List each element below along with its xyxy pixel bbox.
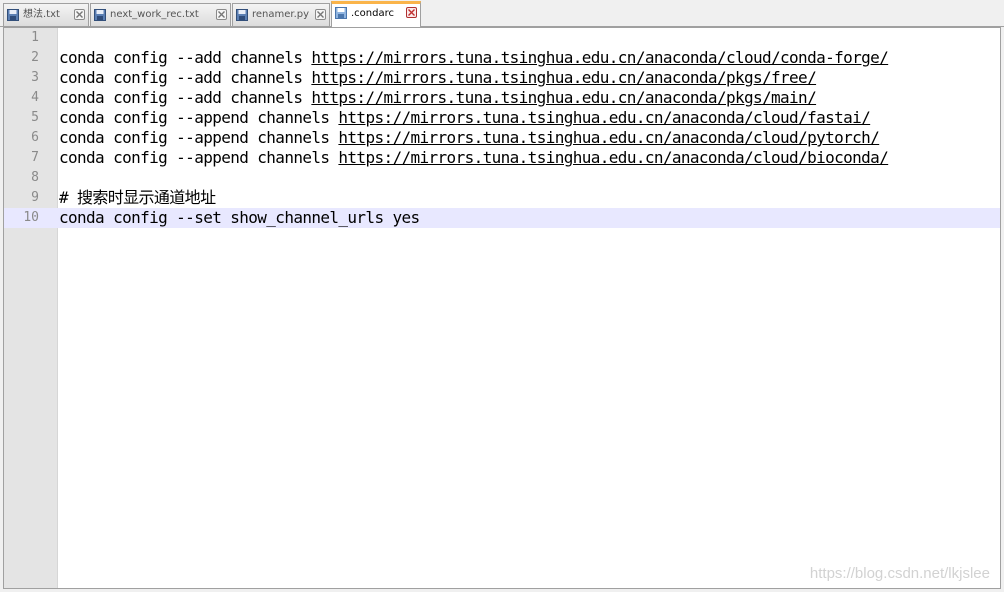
command-text: conda config --append channels [59,128,339,147]
comment-text: # 搜索时显示通道地址 [59,188,216,207]
line-code: conda config --add channels https://mirr… [59,88,817,108]
channel-url-link[interactable]: https://mirrors.tuna.tsinghua.edu.cn/ana… [338,148,888,167]
editor-pane[interactable]: 1 2 conda config --add channels https://… [3,27,1001,589]
line-number: 4 [31,90,39,105]
channel-url-link[interactable]: https://mirrors.tuna.tsinghua.edu.cn/ana… [338,108,870,127]
line-number: 1 [31,30,39,45]
close-icon[interactable] [74,9,85,20]
command-text: conda config --add channels [59,68,312,87]
line-code: conda config --add channels https://mirr… [59,48,889,68]
editor-line[interactable]: 1 [4,28,1000,48]
save-icon [7,9,19,21]
channel-url-link[interactable]: https://mirrors.tuna.tsinghua.edu.cn/ana… [311,68,816,87]
line-number: 8 [31,170,39,185]
editor-line[interactable]: 7 conda config --append channels https:/… [4,148,1000,168]
current-line-highlight[interactable]: 10 conda config --set show_channel_urls … [4,208,1000,228]
tab-label: next_work_rec.txt [110,9,199,20]
tab-next-work-rec-txt[interactable]: next_work_rec.txt [90,3,231,26]
editor-line[interactable]: 6 conda config --append channels https:/… [4,128,1000,148]
tab-idea-txt[interactable]: 想法.txt [3,3,89,26]
editor-line[interactable]: 3 conda config --add channels https://mi… [4,68,1000,88]
line-code: conda config --add channels https://mirr… [59,68,817,88]
close-icon[interactable] [216,9,227,20]
line-number: 3 [31,70,39,85]
line-code: conda config --append channels https://m… [59,128,880,148]
editor-line[interactable]: 5 conda config --append channels https:/… [4,108,1000,128]
channel-url-link[interactable]: https://mirrors.tuna.tsinghua.edu.cn/ana… [311,88,816,107]
watermark: https://blog.csdn.net/lkjslee [809,565,990,582]
comment-line: # 搜索时显示通道地址 [59,188,216,208]
channel-url-link[interactable]: https://mirrors.tuna.tsinghua.edu.cn/ana… [338,128,879,147]
save-icon [94,9,106,21]
editor-line[interactable]: 4 conda config --add channels https://mi… [4,88,1000,108]
line-number: 7 [31,150,39,165]
line-number: 9 [31,190,39,205]
editor-line[interactable]: 8 [4,168,1000,188]
tab-label: .condarc [351,8,394,19]
editor-line[interactable]: 9 # 搜索时显示通道地址 [4,188,1000,208]
save-icon [335,7,347,19]
close-icon[interactable] [406,7,417,18]
line-code: conda config --set show_channel_urls yes [59,208,420,228]
close-icon[interactable] [315,9,326,20]
channel-url-link[interactable]: https://mirrors.tuna.tsinghua.edu.cn/ana… [311,48,888,67]
line-number: 10 [23,210,39,225]
line-code: conda config --append channels https://m… [59,148,889,168]
line-number: 2 [31,50,39,65]
save-icon [236,9,248,21]
editor-line[interactable]: 2 conda config --add channels https://mi… [4,48,1000,68]
tab-label: 想法.txt [23,9,60,20]
tab-condarc[interactable]: .condarc [331,1,421,27]
tab-renamer-py[interactable]: renamer.py [232,3,330,26]
tab-label: renamer.py [252,9,310,20]
line-code: conda config --append channels https://m… [59,108,871,128]
command-text: conda config --append channels [59,108,339,127]
command-text: conda config --add channels [59,88,312,107]
line-number: 6 [31,130,39,145]
line-number: 5 [31,110,39,125]
command-text: conda config --append channels [59,148,339,167]
command-text: conda config --add channels [59,48,312,67]
command-text: conda config --set show_channel_urls yes [59,208,420,227]
tab-bar: 想法.txt next_work_rec.txt renamer.py .con… [0,0,1004,27]
